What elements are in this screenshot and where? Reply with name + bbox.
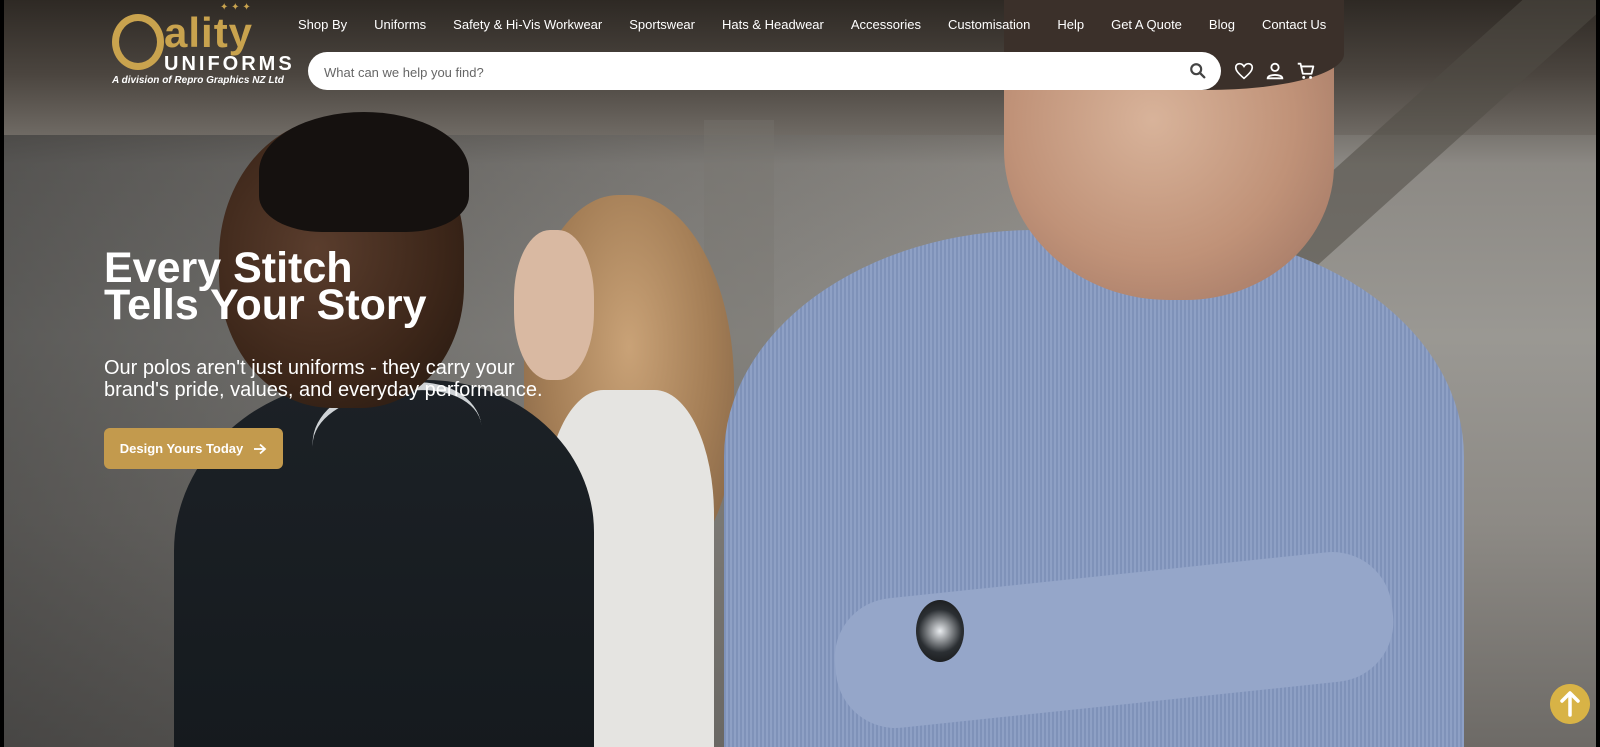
site-logo[interactable]: ✦ ✦ ✦ ality UNIFORMS A division of Repro…: [112, 2, 292, 90]
nav-item-safety-hi-vis[interactable]: Safety & Hi-Vis Workwear: [453, 17, 602, 37]
search-input[interactable]: [322, 52, 1166, 92]
nav-item-contact-us[interactable]: Contact Us: [1262, 17, 1326, 37]
nav-item-get-a-quote[interactable]: Get A Quote: [1111, 17, 1182, 37]
wristwatch: [916, 600, 964, 662]
logo-subtitle: UNIFORMS: [164, 53, 295, 75]
user-icon[interactable]: [1264, 60, 1286, 82]
nav-item-blog[interactable]: Blog: [1209, 17, 1235, 37]
logo-q-mark-icon: [112, 14, 164, 70]
hero-headline: Every Stitch Tells Your Story: [104, 247, 427, 329]
nav-item-hats-headwear[interactable]: Hats & Headwear: [722, 17, 824, 37]
scroll-to-top-button[interactable]: [1550, 684, 1590, 724]
hero-subtext: Our polos aren't just uniforms - they ca…: [104, 357, 543, 401]
design-yours-today-button[interactable]: Design Yours Today: [104, 428, 283, 469]
heart-icon[interactable]: [1233, 60, 1255, 82]
man-left-hair: [259, 112, 469, 232]
search-icon[interactable]: [1189, 62, 1207, 80]
headline-line-2: Tells Your Story: [104, 281, 427, 329]
nav-item-uniforms[interactable]: Uniforms: [374, 17, 426, 37]
nav-item-customisation[interactable]: Customisation: [948, 17, 1030, 37]
nav-item-help[interactable]: Help: [1057, 17, 1084, 37]
cart-icon[interactable]: [1295, 60, 1317, 82]
logo-division-text: A division of Repro Graphics NZ Ltd: [112, 75, 284, 86]
search-bar: [308, 52, 1221, 92]
nav-item-sportswear[interactable]: Sportswear: [629, 17, 695, 37]
arrow-right-icon: [254, 443, 267, 454]
cta-label: Design Yours Today: [119, 441, 244, 456]
main-navigation: Shop By Uniforms Safety & Hi-Vis Workwea…: [298, 17, 1353, 37]
nav-item-shop-by[interactable]: Shop By: [298, 17, 347, 37]
nav-item-accessories[interactable]: Accessories: [851, 17, 921, 37]
logo-word: ality: [164, 9, 254, 56]
